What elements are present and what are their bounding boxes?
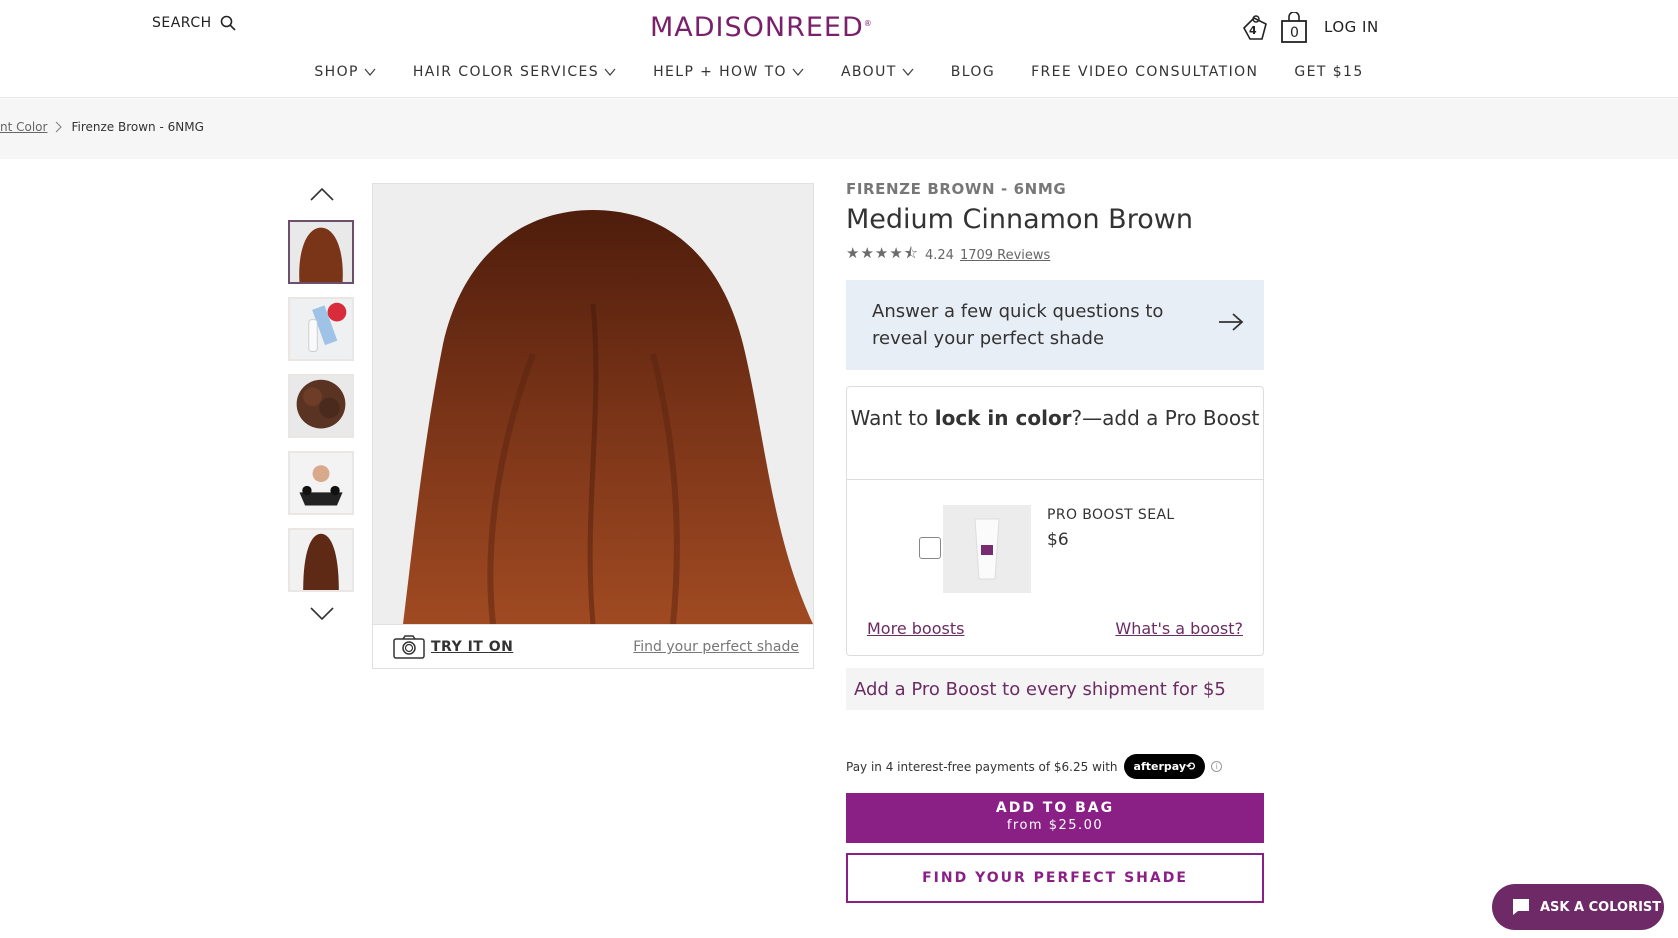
- kit-thumbnail-image: [290, 299, 352, 359]
- breadcrumb-bar: nt Color Firenze Brown - 6NMG: [0, 99, 1678, 159]
- nav-item-label: HELP + HOW TO: [653, 64, 787, 80]
- afterpay-text: Pay in 4 interest-free payments of $6.25…: [846, 759, 1118, 774]
- more-boosts-link[interactable]: More boosts: [867, 619, 964, 638]
- nav-item-label: BLOG: [950, 64, 996, 80]
- boost-tube-image: [943, 505, 1031, 593]
- pro-boost-heading: Want to lock in color?—add a Pro Boost: [847, 387, 1263, 480]
- try-it-on-label: TRY IT ON: [431, 639, 514, 655]
- ask-colorist-label: ASK A COLORIST: [1540, 899, 1662, 915]
- shade-quiz-banner[interactable]: Answer a few quick questions to reveal y…: [846, 280, 1264, 370]
- chevron-up-icon: [310, 187, 334, 201]
- thumbnail-curly[interactable]: [288, 374, 354, 438]
- nav-item-free-video-consultation[interactable]: FREE VIDEO CONSULTATION: [1013, 64, 1276, 80]
- info-icon[interactable]: i: [1211, 761, 1223, 772]
- nav-item-label: ABOUT: [840, 64, 897, 80]
- nav-item-label: FREE VIDEO CONSULTATION: [1031, 64, 1259, 80]
- boost-head-post: ?—add a Pro Boost: [1071, 406, 1260, 430]
- pro-boost-card: Want to lock in color?—add a Pro Boost P…: [846, 386, 1264, 656]
- rewards-count: 4: [1249, 24, 1257, 37]
- star-rating-icon: ★★★★⯪: [846, 244, 919, 262]
- find-shade-link[interactable]: Find your perfect shade: [633, 639, 799, 655]
- header-actions: 4 0 LOG IN: [1240, 11, 1379, 43]
- add-to-bag-button[interactable]: ADD TO BAG from $25.00: [846, 793, 1264, 843]
- logo-text: MADISONREED: [650, 12, 864, 43]
- shade-code: FIRENZE BROWN - 6NMG: [846, 180, 1067, 198]
- thumbnail-down-button[interactable]: [288, 605, 356, 629]
- product-title: Medium Cinnamon Brown: [846, 204, 1193, 235]
- try-it-on-button[interactable]: TRY IT ON: [393, 635, 513, 659]
- nav-item-label: HAIR COLOR SERVICES: [412, 64, 600, 80]
- pro-boost-name: PRO BOOST SEAL: [1047, 507, 1175, 523]
- chevron-down-icon: [902, 68, 914, 77]
- chevron-right-icon: [56, 121, 63, 133]
- chevron-down-icon: [364, 68, 376, 77]
- nav-item-hair-color-services[interactable]: HAIR COLOR SERVICES: [395, 64, 635, 80]
- nav-item-help-how-to[interactable]: HELP + HOW TO: [635, 64, 823, 80]
- boost-head-bold: lock in color: [934, 406, 1072, 430]
- camera-icon: [393, 635, 425, 659]
- find-perfect-shade-button[interactable]: FIND YOUR PERFECT SHADE: [846, 853, 1264, 903]
- hair-main-image: [373, 184, 813, 624]
- pro-boost-price: $6: [1047, 530, 1069, 550]
- pro-boost-image: [943, 505, 1031, 593]
- chevron-down-icon: [604, 68, 616, 77]
- search-button[interactable]: SEARCH: [152, 15, 236, 31]
- rewards-button[interactable]: 4: [1240, 12, 1268, 42]
- boost-head-pre: Want to: [850, 406, 935, 430]
- whats-a-boost-link[interactable]: What's a boost?: [1115, 619, 1243, 638]
- cart-button[interactable]: 0: [1280, 11, 1308, 43]
- nav-item-about[interactable]: ABOUT: [823, 64, 933, 80]
- add-to-bag-price: from $25.00: [1006, 818, 1104, 833]
- thumbnail-kit[interactable]: [288, 297, 354, 361]
- search-label: SEARCH: [152, 15, 212, 31]
- reviews-link[interactable]: 1709 Reviews: [960, 248, 1050, 263]
- thumbnail-gallery: [288, 186, 356, 629]
- breadcrumb: nt Color Firenze Brown - 6NMG: [0, 120, 204, 134]
- chevron-down-icon: [792, 68, 804, 77]
- add-to-bag-label: ADD TO BAG: [995, 800, 1115, 816]
- chevron-down-icon: [310, 607, 334, 621]
- product-main-image: TRY IT ON Find your perfect shade: [372, 183, 814, 669]
- thumbnail-hair-back[interactable]: [288, 220, 354, 284]
- hair-thumbnail-image: [290, 222, 352, 282]
- nav-item-label: GET $15: [1294, 64, 1364, 80]
- rating-row: ★★★★⯪ 4.24 1709 Reviews: [846, 243, 1264, 268]
- brand-logo[interactable]: MADISONREED®: [650, 12, 873, 43]
- every-shipment-boost[interactable]: Add a Pro Boost to every shipment for $5: [846, 668, 1264, 710]
- cart-count: 0: [1290, 25, 1299, 41]
- nav-item-blog[interactable]: BLOG: [933, 64, 1013, 80]
- product-details: FIRENZE BROWN - 6NMG Medium Cinnamon Bro…: [846, 180, 1264, 903]
- breadcrumb-parent-link[interactable]: nt Color: [0, 120, 47, 134]
- straight-thumbnail-image: [290, 530, 352, 590]
- afterpay-logo[interactable]: afterpay⟲: [1123, 754, 1206, 779]
- logo-reg: ®: [863, 19, 873, 28]
- main-nav: SHOP HAIR COLOR SERVICES HELP + HOW TO ABOU…: [0, 64, 1678, 80]
- chat-icon: [1513, 899, 1529, 915]
- breadcrumb-current: Firenze Brown - 6NMG: [71, 120, 204, 134]
- nav-item-label: SHOP: [314, 64, 359, 80]
- nav-item-shop[interactable]: SHOP: [296, 64, 394, 80]
- thumbnail-model[interactable]: [288, 451, 354, 515]
- curly-thumbnail-image: [290, 376, 352, 436]
- pro-boost-checkbox[interactable]: [919, 537, 941, 559]
- thumbnail-up-button[interactable]: [288, 186, 356, 210]
- ask-colorist-button[interactable]: ASK A COLORIST: [1492, 884, 1664, 930]
- login-link[interactable]: LOG IN: [1324, 18, 1379, 36]
- search-icon: [220, 15, 236, 31]
- site-header: SEARCH MADISONREED® 4 0 LOG IN SHOP HAIR …: [0, 0, 1678, 98]
- quiz-text: Answer a few quick questions to reveal y…: [872, 301, 1164, 349]
- arrow-right-icon: [1219, 313, 1244, 331]
- try-on-bar: TRY IT ON Find your perfect shade: [373, 624, 813, 668]
- model-thumbnail-image: [290, 453, 352, 513]
- afterpay-row: Pay in 4 interest-free payments of $6.25…: [846, 754, 1264, 779]
- nav-item-get-15[interactable]: GET $15: [1276, 64, 1381, 80]
- rating-value: 4.24: [925, 248, 954, 263]
- thumbnail-straight[interactable]: [288, 528, 354, 592]
